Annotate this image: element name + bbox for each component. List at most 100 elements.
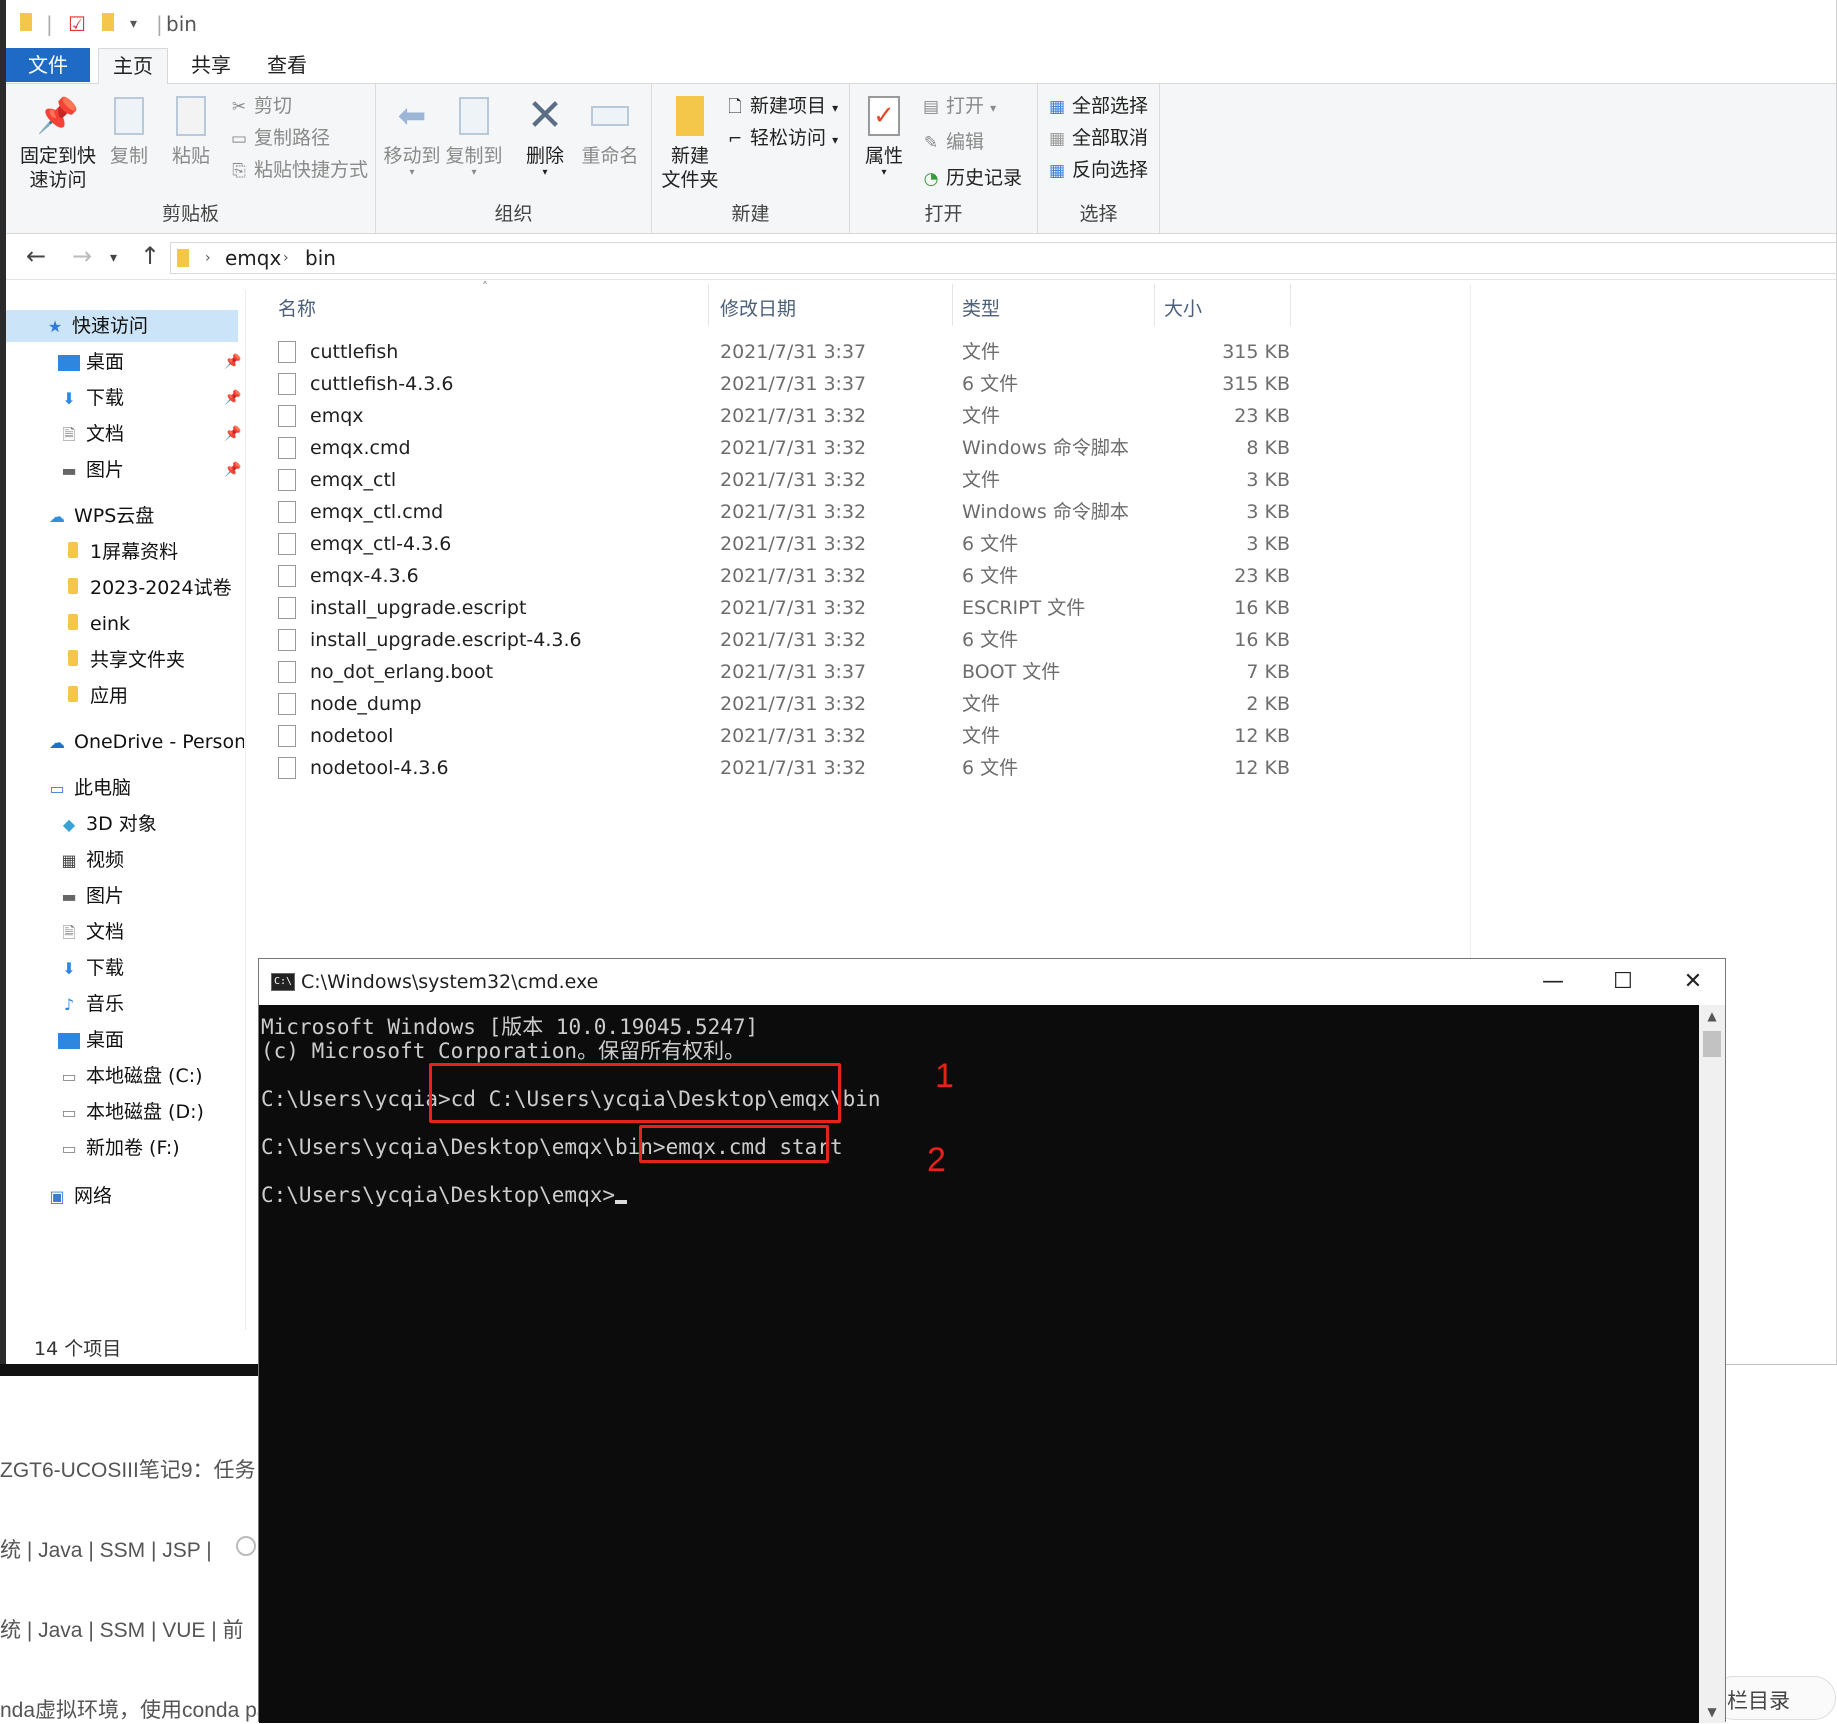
sidebar-item-pc-desktop[interactable]: 桌面 bbox=[58, 1024, 124, 1056]
maximize-icon[interactable]: ☐ bbox=[1589, 959, 1657, 1005]
column-header-name[interactable]: 名称 bbox=[278, 294, 316, 321]
cmd-scrollbar[interactable]: ▲ ▼ bbox=[1699, 1005, 1725, 1723]
edit-button[interactable]: ✎ 编辑 bbox=[920, 128, 984, 156]
file-row[interactable]: emqx_ctl 2021/7/31 3:32 文件 3 KB bbox=[278, 464, 1308, 496]
sidebar-item-music[interactable]: ♪ 音乐 bbox=[58, 988, 124, 1020]
file-row[interactable]: emqx 2021/7/31 3:32 文件 23 KB bbox=[278, 400, 1308, 432]
sidebar-item-downloads[interactable]: ⬇ 下载 bbox=[58, 382, 124, 414]
history-button[interactable]: ◔ 历史记录 bbox=[920, 164, 1022, 192]
back-arrow-icon[interactable]: ← bbox=[26, 242, 46, 270]
file-row[interactable]: emqx-4.3.6 2021/7/31 3:32 6 文件 23 KB bbox=[278, 560, 1308, 592]
picture-icon: ▬ bbox=[61, 886, 77, 906]
sidebar-item-wps-4[interactable]: 共享文件夹 bbox=[62, 644, 185, 676]
background-article-title-2[interactable]: nda虚拟环境，使用conda pa bbox=[0, 1694, 268, 1724]
file-row[interactable]: emqx_ctl-4.3.6 2021/7/31 3:32 6 文件 3 KB bbox=[278, 528, 1308, 560]
invert-selection-button[interactable]: ▦ 反向选择 bbox=[1046, 156, 1148, 184]
file-row[interactable]: nodetool-4.3.6 2021/7/31 3:32 6 文件 12 KB bbox=[278, 752, 1308, 784]
tab-home[interactable]: 主页 bbox=[98, 48, 168, 85]
delete-button[interactable]: ✕ 删除 ▾ bbox=[516, 94, 574, 178]
easy-access-button[interactable]: ⌐ 轻松访问 ▾ bbox=[724, 124, 838, 152]
sidebar-item-drive-d[interactable]: ▭ 本地磁盘 (D:) bbox=[58, 1096, 203, 1128]
column-divider[interactable] bbox=[1290, 284, 1291, 326]
move-to-button[interactable]: ⬅ 移动到 ▾ bbox=[382, 94, 442, 178]
column-header-size[interactable]: 大小 bbox=[1164, 294, 1202, 321]
rename-button[interactable]: 重命名 bbox=[578, 94, 642, 168]
sidebar-item-documents[interactable]: 🗎 文档 bbox=[58, 418, 124, 450]
new-folder-quick-icon[interactable] bbox=[102, 12, 114, 36]
copy-button[interactable]: 复制 bbox=[102, 94, 156, 168]
copy-to-button[interactable]: 复制到 ▾ bbox=[444, 94, 504, 178]
sidebar-item-pictures[interactable]: ▬ 图片 bbox=[58, 454, 124, 486]
scroll-thumb[interactable] bbox=[1703, 1031, 1721, 1057]
up-arrow-icon[interactable]: ↑ bbox=[140, 242, 160, 270]
file-row[interactable]: install_upgrade.escript 2021/7/31 3:32 ESC… bbox=[278, 592, 1308, 624]
column-header-date[interactable]: 修改日期 bbox=[720, 294, 796, 321]
scroll-up-icon[interactable]: ▲ bbox=[1699, 1005, 1725, 1027]
sidebar-item-wps-1[interactable]: 1屏幕资料 bbox=[62, 536, 178, 568]
sidebar-item-wps-cloud[interactable]: ☁ WPS云盘 bbox=[46, 500, 154, 532]
cmd-console[interactable]: Microsoft Windows [版本 10.0.19045.5247] (… bbox=[259, 1005, 1701, 1723]
new-folder-label-2: 文件夹 bbox=[661, 169, 719, 191]
address-bar[interactable]: › emqx › bin bbox=[170, 242, 1837, 274]
new-item-button[interactable]: 🗋 新建项目 ▾ bbox=[724, 92, 838, 120]
sidebar-item-pc-documents[interactable]: 🗎 文档 bbox=[58, 916, 124, 948]
file-row[interactable]: install_upgrade.escript-4.3.6 2021/7/31 3… bbox=[278, 624, 1308, 656]
tab-share[interactable]: 共享 bbox=[176, 48, 246, 82]
sidebar-item-wps-5[interactable]: 应用 bbox=[62, 680, 128, 712]
column-header-type[interactable]: 类型 bbox=[962, 294, 1000, 321]
customize-quick-access-icon[interactable]: ▾ bbox=[130, 16, 137, 32]
close-icon[interactable]: ✕ bbox=[1659, 959, 1727, 1005]
file-row[interactable]: node_dump 2021/7/31 3:32 文件 2 KB bbox=[278, 688, 1308, 720]
sidebar-item-desktop[interactable]: 桌面 bbox=[58, 346, 124, 378]
file-row[interactable]: cuttlefish 2021/7/31 3:37 文件 315 KB bbox=[278, 336, 1308, 368]
tab-view[interactable]: 查看 bbox=[252, 48, 322, 82]
paste-button[interactable]: 粘贴 bbox=[164, 94, 218, 168]
open-button[interactable]: ▤ 打开 ▾ bbox=[920, 92, 996, 120]
column-divider[interactable] bbox=[952, 284, 953, 326]
sidebar-item-wps-2[interactable]: 2023-2024试卷 bbox=[62, 572, 232, 604]
properties-button[interactable]: ✓ 属性 ▾ bbox=[856, 94, 912, 178]
cut-button[interactable]: ✂ 剪切 bbox=[228, 92, 292, 120]
properties-quick-icon[interactable]: ☑ bbox=[68, 12, 86, 36]
file-row[interactable]: nodetool 2021/7/31 3:32 文件 12 KB bbox=[278, 720, 1308, 752]
file-row[interactable]: cuttlefish-4.3.6 2021/7/31 3:37 6 文件 315 KB bbox=[278, 368, 1308, 400]
tab-file[interactable]: 文件 bbox=[6, 48, 90, 82]
sidebar-label: 文档 bbox=[86, 423, 125, 445]
paste-shortcut-button[interactable]: ⎘ 粘贴快捷方式 bbox=[228, 156, 368, 184]
file-row[interactable]: no_dot_erlang.boot 2021/7/31 3:37 BOOT 文件 7… bbox=[278, 656, 1308, 688]
sidebar-label: 图片 bbox=[86, 885, 125, 907]
cmd-titlebar[interactable]: C:\ C:\Windows\system32\cmd.exe — ☐ ✕ bbox=[259, 959, 1725, 1005]
sidebar-item-onedrive[interactable]: ☁ OneDrive - Personal bbox=[46, 726, 244, 758]
move-to-label: 移动到 bbox=[383, 145, 441, 167]
column-divider[interactable] bbox=[1154, 284, 1155, 326]
sidebar-item-pc-pictures[interactable]: ▬ 图片 bbox=[58, 880, 124, 912]
background-article-title[interactable]: ZGT6-UCOSIII笔记9：任务 bbox=[0, 1454, 256, 1484]
breadcrumb-bin[interactable]: bin bbox=[305, 243, 336, 273]
sidebar-item-drive-f[interactable]: ▭ 新加卷 (F:) bbox=[58, 1132, 179, 1164]
breadcrumb-emqx[interactable]: emqx bbox=[225, 243, 281, 273]
sidebar-item-quick-access[interactable]: ★ 快速访问 bbox=[6, 310, 238, 342]
minimize-icon[interactable]: — bbox=[1519, 959, 1587, 1005]
sidebar-item-drive-c[interactable]: ▭ 本地磁盘 (C:) bbox=[58, 1060, 202, 1092]
toc-button[interactable]: 栏目录 bbox=[1712, 1676, 1836, 1720]
select-none-button[interactable]: ▦ 全部取消 bbox=[1046, 124, 1148, 152]
forward-arrow-icon[interactable]: → bbox=[72, 242, 92, 270]
recent-locations-chevron-icon[interactable]: ▾ bbox=[110, 250, 117, 266]
background-article-tags-1[interactable]: 统 | Java | SSM | JSP | bbox=[0, 1534, 212, 1564]
sidebar-item-3d-objects[interactable]: ◆ 3D 对象 bbox=[58, 808, 157, 840]
sidebar-item-network[interactable]: ▣ 网络 bbox=[46, 1180, 112, 1212]
select-all-button[interactable]: ▦ 全部选择 bbox=[1046, 92, 1148, 120]
file-row[interactable]: emqx.cmd 2021/7/31 3:32 Windows 命令脚本 8 KB bbox=[278, 432, 1308, 464]
pin-quick-access-button[interactable]: 📌 固定到快 速访问 bbox=[16, 94, 100, 192]
background-article-tags-2[interactable]: 统 | Java | SSM | VUE | 前 bbox=[0, 1614, 244, 1644]
file-row[interactable]: emqx_ctl.cmd 2021/7/31 3:32 Windows 命令脚本 3 … bbox=[278, 496, 1308, 528]
sidebar-item-pc-downloads[interactable]: ⬇ 下载 bbox=[58, 952, 124, 984]
column-divider[interactable] bbox=[708, 284, 709, 326]
copy-path-button[interactable]: ▭ 复制路径 bbox=[228, 124, 330, 152]
file-list: ˄ 名称 修改日期 类型 大小 cuttlefish 2021/7/31 3:37… bbox=[268, 280, 1468, 814]
sidebar-item-wps-3[interactable]: eink bbox=[62, 608, 130, 640]
sidebar-item-this-pc[interactable]: ▭ 此电脑 bbox=[46, 772, 131, 804]
sidebar-item-videos[interactable]: ▦ 视频 bbox=[58, 844, 124, 876]
scroll-down-icon[interactable]: ▼ bbox=[1699, 1701, 1725, 1723]
new-folder-button[interactable]: 新建 文件夹 bbox=[658, 94, 722, 192]
